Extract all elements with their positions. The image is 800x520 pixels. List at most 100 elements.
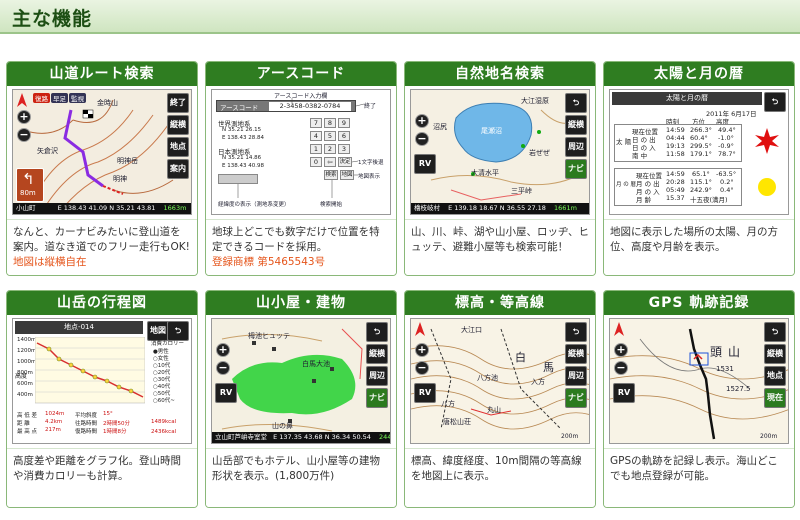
sunrise-altitude: -1.0° <box>718 134 734 142</box>
elevation-graph <box>35 337 145 404</box>
description-text: なんと、カーナビみたいに登山道を案内。道なき道でのフリー走行もOK! <box>13 226 190 253</box>
calorie-option-60s[interactable]: ○60代~ <box>153 396 175 404</box>
navi-button[interactable]: ナビ <box>565 159 587 179</box>
rv-button[interactable]: RV <box>414 383 436 403</box>
description-text: 高度差や距離をグラフ化。登山時間や消費カロリーも計算。 <box>13 455 181 482</box>
calendar-title: 太陽と月の暦 <box>666 94 708 102</box>
status-location: 檜枝岐村 <box>414 204 440 212</box>
return-time-value: 1時間8分 <box>103 429 127 435</box>
earth-code-screenshot: アースコード入力欄 アースコード 2-3458-0382-0784 終了 世界測… <box>211 89 391 215</box>
navi-button[interactable]: ナビ <box>366 388 388 408</box>
key-5[interactable]: 5 <box>324 131 336 141</box>
datum-toggle-button[interactable] <box>218 174 258 184</box>
nearby-button[interactable]: 周辺 <box>565 366 587 386</box>
back-button[interactable]: ⮌ <box>366 322 388 342</box>
back-button[interactable]: ⮌ <box>167 321 189 341</box>
backspace-caption: 1文字後退 <box>358 160 384 166</box>
card-description: 地球上どこでも数字だけで位置を特定できるコードを採用。 登録商標 第546554… <box>206 219 396 275</box>
contour-map-graphic <box>411 328 589 430</box>
orientation-button[interactable]: 縦横 <box>565 344 587 364</box>
current-location-button[interactable]: 現在 <box>764 388 786 408</box>
rv-button[interactable]: RV <box>414 154 436 174</box>
back-button[interactable]: ⮌ <box>565 93 587 113</box>
rv-button[interactable]: RV <box>215 383 237 403</box>
backspace-key[interactable]: ⇦ <box>324 157 336 167</box>
zoom-out-button[interactable]: − <box>614 361 628 375</box>
sunset-time: 19:13 <box>666 142 685 150</box>
orientation-button[interactable]: 縦横 <box>764 344 786 364</box>
navi-button[interactable]: ナビ <box>565 388 587 408</box>
outbound-time-value: 2時間50分 <box>103 421 130 427</box>
key-6[interactable]: 6 <box>338 131 350 141</box>
map-label-happo-ike: 八方池 <box>477 374 498 382</box>
key-4[interactable]: 4 <box>310 131 322 141</box>
search-button[interactable]: 検索 <box>324 170 338 180</box>
culmination-azimuth: 179.1° <box>690 150 712 158</box>
zoom-out-button[interactable]: − <box>415 132 429 146</box>
point-button[interactable]: 地点 <box>764 366 786 386</box>
card-description: なんと、カーナビみたいに登山道を案内。道なき道でのフリー走行もOK! 地図は縦横… <box>7 219 197 275</box>
card-description: 山、川、峠、湖や山小屋、ロッヂ、ヒュッテ、避難小屋等も検索可能！ <box>405 219 595 275</box>
calorie-value-2: 2436kcal <box>151 429 177 435</box>
back-button[interactable]: ⮌ <box>565 322 587 342</box>
nearby-button[interactable]: 周辺 <box>565 137 587 157</box>
key-9[interactable]: 9 <box>338 118 350 128</box>
end-button[interactable]: 終了 <box>167 93 189 113</box>
huts-screenshot: + − RV ⮌ 縦横 周辺 ナビ 栂池ヒュッテ 白馬大池 山の鼻 立山町芦峅寺… <box>211 318 391 444</box>
feature-card-sun-moon-calendar: 太陽と月の暦 太陽と月の暦 ⮌ 2011年 6月17日 時刻 方位 高度 太 陽… <box>603 61 795 276</box>
map-label-hut-1: 栂池ヒュッテ <box>248 332 290 340</box>
key-7[interactable]: 7 <box>310 118 322 128</box>
zoom-in-button[interactable]: + <box>415 114 429 128</box>
map-label-iwazeze: 岩ぜぜ <box>529 149 550 157</box>
y-tick-800: 800m <box>17 370 33 376</box>
back-button[interactable]: ⮌ <box>764 322 786 342</box>
turn-sign: ↰ 80m <box>16 168 44 202</box>
zoom-in-button[interactable]: + <box>415 343 429 357</box>
card-heading: GPS 軌跡記録 <box>604 291 794 315</box>
gps-track-map-graphic <box>610 328 788 440</box>
key-1[interactable]: 1 <box>310 144 322 154</box>
feature-card-elevation-profile: 山岳の行程図 地点-014 地図 ⮌ 高度 1400m 1200m 1000m … <box>6 290 198 508</box>
zoom-out-button[interactable]: − <box>415 361 429 375</box>
route-tag-watch[interactable]: 監視 <box>69 93 86 103</box>
earth-code-input[interactable]: 2-3458-0382-0784 <box>269 102 351 111</box>
map-label-1531: 1531 <box>716 365 734 373</box>
zoom-in-button[interactable]: + <box>614 343 628 357</box>
zoom-out-button[interactable]: − <box>17 128 31 142</box>
zoom-out-button[interactable]: − <box>216 361 230 375</box>
orientation-button[interactable]: 縦横 <box>565 115 587 135</box>
zoom-in-button[interactable]: + <box>216 343 230 357</box>
key-2[interactable]: 2 <box>324 144 336 154</box>
orientation-button[interactable]: 縦横 <box>167 115 189 135</box>
route-tag-fast[interactable]: 早足 <box>51 93 68 103</box>
code-input-row: アースコード 2-3458-0382-0784 <box>216 100 356 112</box>
map-button[interactable]: 地図 <box>340 170 354 180</box>
status-location: 立山町芦峅寺室堂 <box>215 433 267 441</box>
map-button[interactable]: 地図 <box>147 321 169 341</box>
feature-card-contour-lines: 標高・等高線 + − RV ⮌ 縦横 周辺 ナビ 大江口 白 馬 八方池 八方 … <box>404 290 596 508</box>
japan-datum-lat: N 35.21 14.86 <box>222 155 262 161</box>
turn-left-arrow-icon: ↰ <box>22 170 35 188</box>
sunset-azimuth: 299.5° <box>690 142 712 150</box>
confirm-key[interactable]: 決定 <box>338 157 352 167</box>
map-label-sanpei-pass: 三平峠 <box>511 187 532 195</box>
point-button[interactable]: 地点 <box>167 137 189 157</box>
orientation-button[interactable]: 縦横 <box>366 344 388 364</box>
key-0[interactable]: 0 <box>310 157 322 167</box>
sun-row-altitude: 49.4° <box>718 126 736 134</box>
zoom-in-button[interactable]: + <box>17 110 31 124</box>
key-8[interactable]: 8 <box>324 118 336 128</box>
map-label-lake: 尾瀬沼 <box>481 127 502 135</box>
route-tag-return[interactable]: 復路 <box>33 93 50 103</box>
back-button[interactable]: ⮌ <box>764 92 786 112</box>
key-3[interactable]: 3 <box>338 144 350 154</box>
y-tick-400: 400m <box>17 392 33 398</box>
rv-button[interactable]: RV <box>613 383 635 403</box>
nearby-button[interactable]: 周辺 <box>366 366 388 386</box>
map-label-oe-marsh: 大江湿原 <box>521 97 549 105</box>
guide-button[interactable]: 案内 <box>167 159 189 179</box>
map-label-happo: 八方 <box>441 400 455 408</box>
moonrise-time: 20:28 <box>666 178 685 186</box>
code-input-caption: アースコード入力欄 <box>274 93 328 100</box>
world-datum-lon: E 138.43 28.84 <box>222 135 264 141</box>
